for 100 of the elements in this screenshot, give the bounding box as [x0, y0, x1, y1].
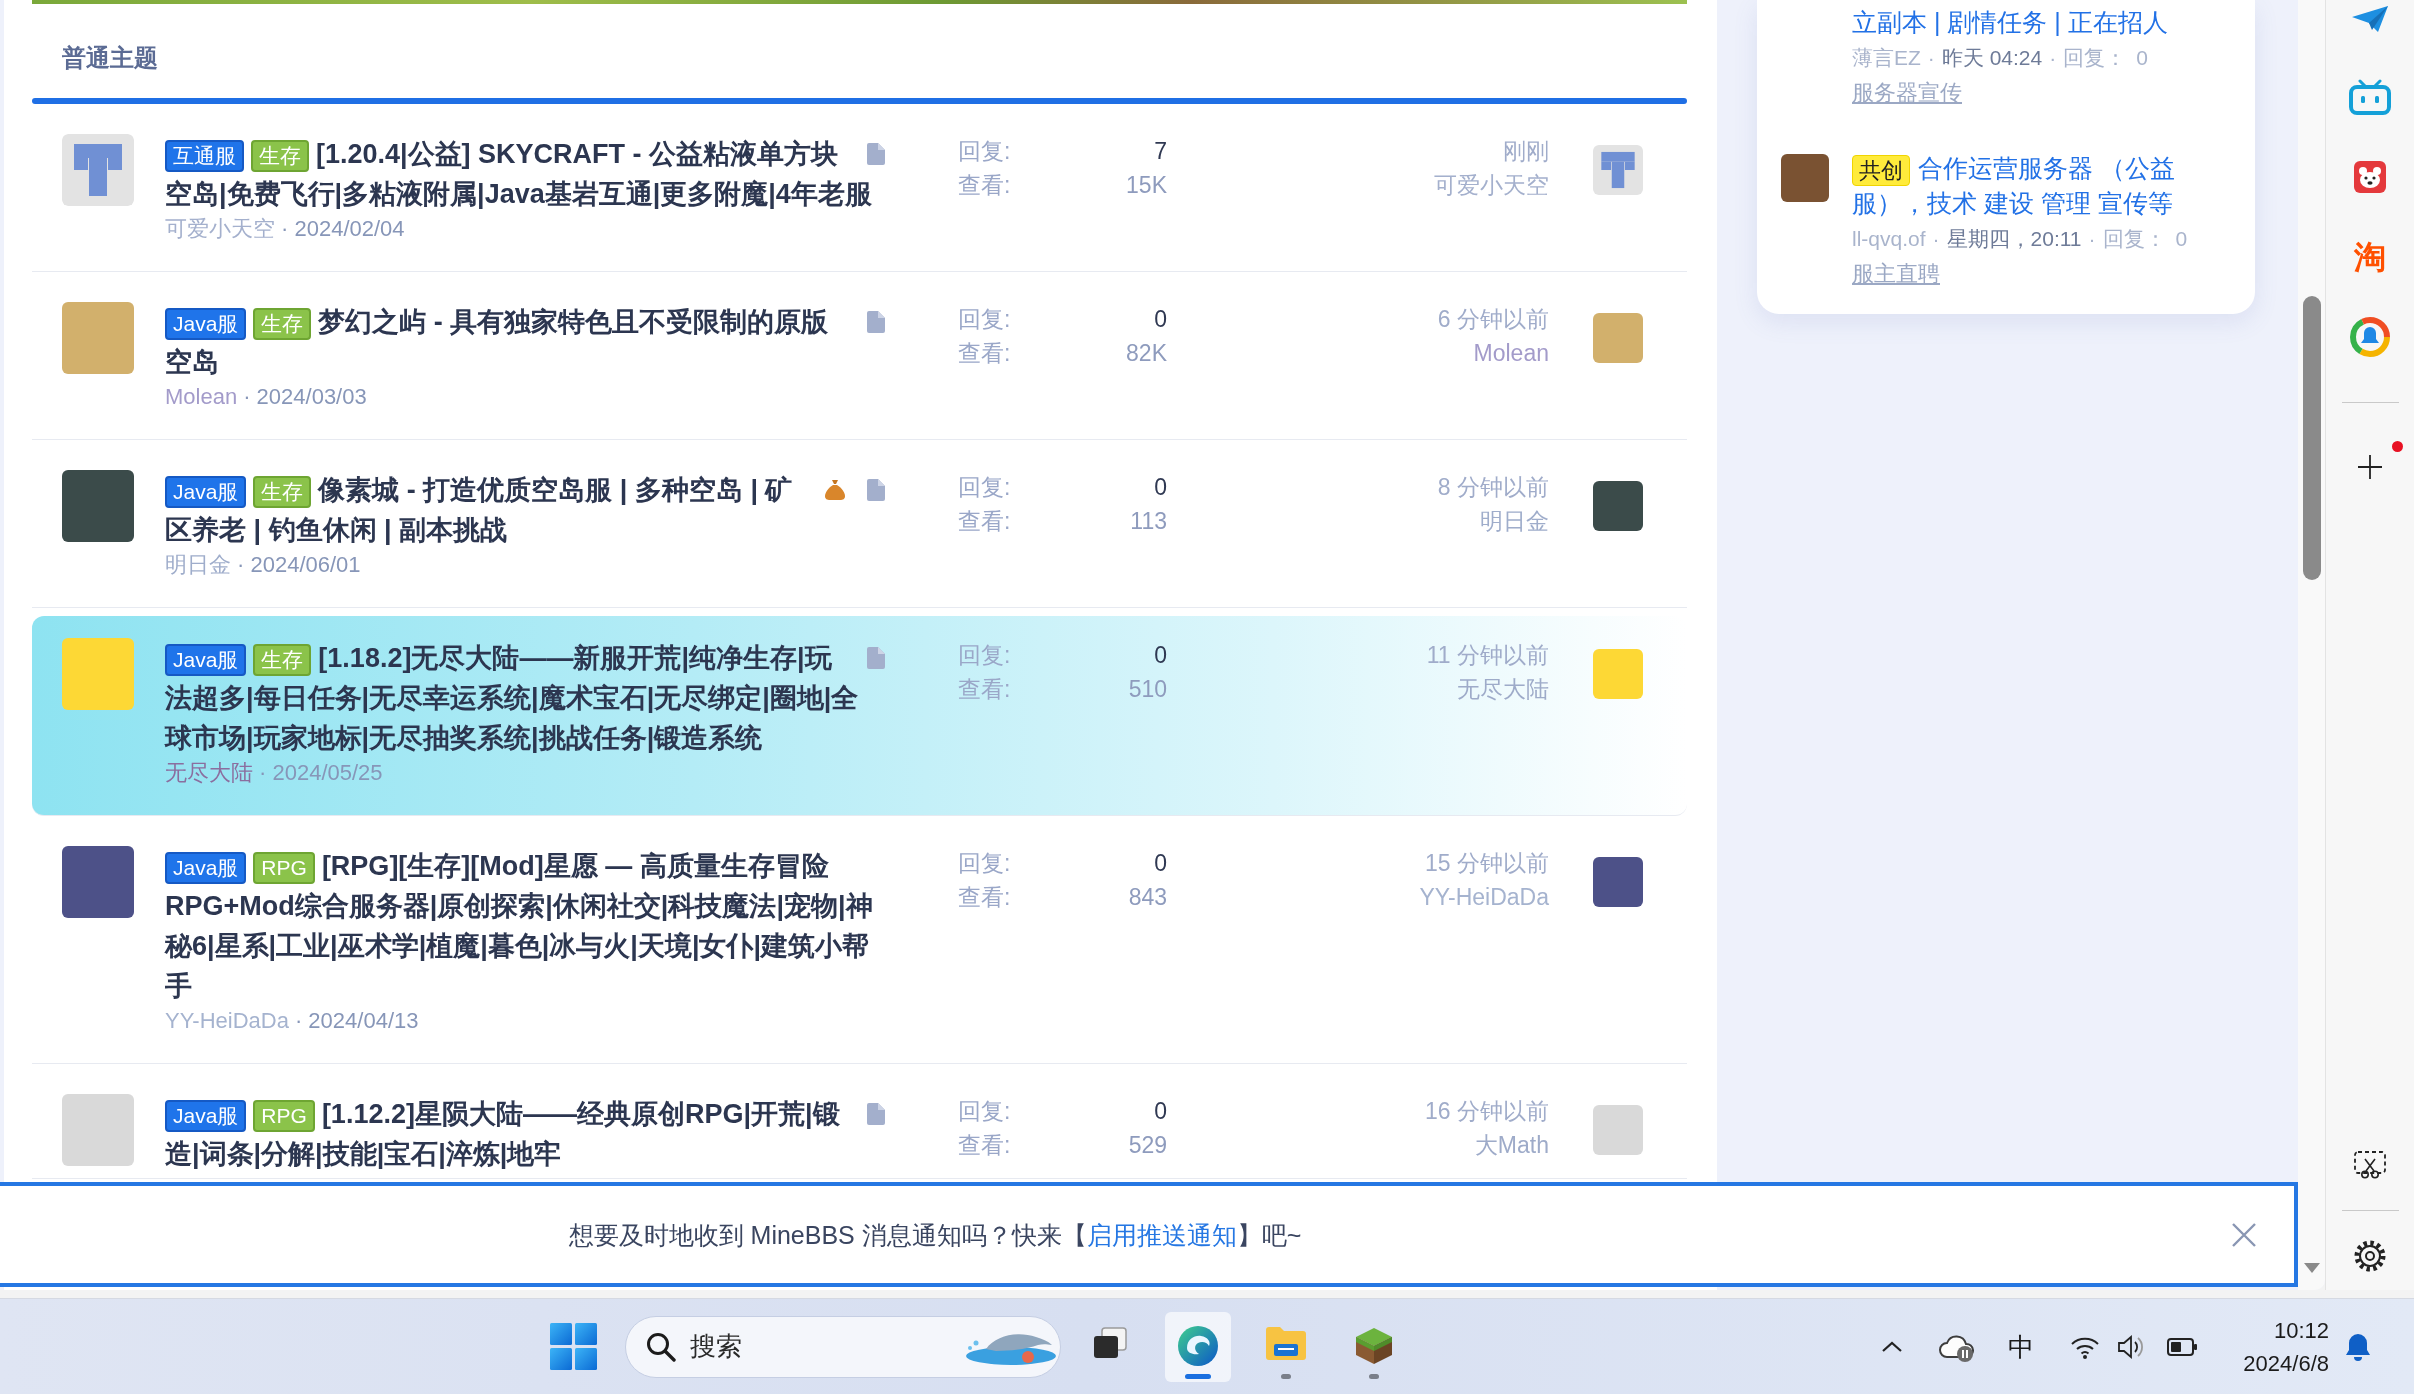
- separator: ·: [2088, 227, 2096, 250]
- stat-value: 113: [1130, 507, 1167, 536]
- thread-prefix[interactable]: RPG: [253, 1099, 315, 1132]
- thread-title-link[interactable]: Java服 生存 像素城 - 打造优质空岛服 | 多种空岛 | 矿区养老 | 钓鱼休闲 | 副本挑战: [165, 470, 885, 550]
- last-poster-link[interactable]: YY-HeiDaDa: [1419, 880, 1549, 914]
- post-date: · 2024/06/01: [237, 552, 361, 577]
- stat-value: 15K: [1126, 171, 1167, 200]
- settings-icon[interactable]: [2354, 1240, 2386, 1272]
- last-post-time[interactable]: 8 分钟以前: [1437, 470, 1549, 504]
- last-post-time[interactable]: 16 分钟以前: [1425, 1094, 1549, 1128]
- separator: ·: [1927, 46, 1935, 69]
- stat-label: 回复:: [958, 641, 1011, 670]
- thread-prefix[interactable]: Java服: [165, 475, 247, 508]
- thread-prefix[interactable]: Java服: [165, 307, 247, 340]
- search-bar[interactable]: 搜索: [625, 1315, 1061, 1378]
- author-link[interactable]: 明日金: [165, 552, 231, 577]
- last-post-time[interactable]: 15 分钟以前: [1425, 846, 1549, 880]
- stat-label: 查看:: [958, 339, 1011, 368]
- forum-link[interactable]: 服务器宣传: [1852, 80, 1962, 105]
- stat-label: 查看:: [958, 1131, 1011, 1160]
- grass-block-icon: [1354, 1325, 1394, 1366]
- colorful-ring-icon[interactable]: [2350, 317, 2390, 357]
- thread-prefix[interactable]: Java服: [165, 643, 247, 676]
- thread-title-link[interactable]: 共创 合作运营服务器 （公益服），技术 建设 管理 宣传等: [1852, 151, 2225, 221]
- task-view-icon: [1092, 1325, 1128, 1360]
- paper-plane-icon[interactable]: [2352, 6, 2388, 32]
- last-poster-link[interactable]: 明日金: [1480, 504, 1549, 538]
- thread-title-link[interactable]: 互通服 生存 [1.20.4|公益] SKYCRAFT - 公益粘液单方块空岛|免费飞行|多粘液附属|Java基岩互通|更多附魔|4年老服: [165, 134, 885, 214]
- thread-prefix[interactable]: 生存: [253, 475, 312, 508]
- user-name[interactable]: ll-qvq.of: [1852, 227, 1926, 250]
- thread-title-link[interactable]: 立副本 | 剧情任务 | 正在招人: [1852, 5, 2225, 40]
- last-poster-link[interactable]: 大Math: [1474, 1128, 1549, 1162]
- last-poster-link[interactable]: 可爱小天空: [1434, 168, 1549, 202]
- thread-title-link[interactable]: Java服 RPG [RPG][生存][Mod]星愿 — 高质量生存冒险RPG+Mod综合服务器|原创探索|休闲社交|科技魔法|宠物|神秘6|星系|工业|巫术学|植魔|暮色|冰与火|天境|女仆|建筑小帮手: [165, 846, 885, 1006]
- forum-link[interactable]: 服主直聘: [1852, 261, 1940, 286]
- stat-value: 529: [1128, 1131, 1167, 1160]
- post-time[interactable]: 昨天 04:24: [1941, 46, 2043, 69]
- post-date: · 2024/02/04: [281, 216, 405, 241]
- add-icon[interactable]: [2358, 455, 2382, 479]
- author-link[interactable]: YY-HeiDaDa: [165, 1008, 289, 1033]
- battery-icon[interactable]: [2167, 1337, 2197, 1356]
- screenshot-icon[interactable]: [2354, 1151, 2386, 1179]
- last-post-time[interactable]: 刚刚: [1503, 134, 1549, 168]
- separator: ·: [2049, 46, 2057, 69]
- stat-label: 回复:: [958, 305, 1011, 334]
- scrollbar-thumb[interactable]: [2302, 296, 2321, 580]
- last-post-time[interactable]: 11 分钟以前: [1426, 638, 1549, 672]
- last-poster-link[interactable]: Molean: [1473, 336, 1549, 370]
- author-link[interactable]: 可爱小天空: [165, 216, 275, 241]
- author-link[interactable]: Molean: [165, 384, 238, 409]
- post-date: · 2024/03/03: [243, 384, 367, 409]
- post-date: · 2024/05/25: [259, 760, 383, 785]
- bell-icon[interactable]: [2344, 1331, 2372, 1362]
- thread-prefix[interactable]: Java服: [165, 851, 247, 884]
- thread-title-link[interactable]: Java服 生存 [1.18.2]无尽大陆——新服开荒|纯净生存|玩法超多|每日任务|无尽幸运系统|魔术宝石|无尽绑定|圈地|全球市场|玩家地标|无尽抽奖系统|挑战任务|锻造系统: [165, 638, 885, 758]
- enable-push-link[interactable]: 启用推送通知: [1086, 1220, 1237, 1249]
- clock-date[interactable]: 2024/6/8: [2229, 1346, 2329, 1380]
- thread-prefix[interactable]: 生存: [251, 139, 309, 172]
- stat-value: 0: [1154, 849, 1167, 878]
- stat-label: 回复:: [958, 849, 1011, 878]
- thread-prefix[interactable]: 互通服: [165, 139, 244, 172]
- chevron-up-icon[interactable]: [1881, 1340, 1903, 1353]
- section-title: 普通主题: [61, 43, 159, 73]
- speaker-icon[interactable]: [2117, 1333, 2145, 1360]
- thread-prefix[interactable]: 生存: [253, 307, 312, 340]
- stat-label: 回复:: [958, 1097, 1011, 1126]
- last-poster-link[interactable]: 无尽大陆: [1457, 672, 1549, 706]
- separator: ·: [1932, 227, 1940, 250]
- browser-icon: [1178, 1325, 1218, 1366]
- thread-prefix[interactable]: 生存: [253, 643, 312, 676]
- stat-value: 0: [1154, 473, 1167, 502]
- shop-app-button[interactable]: 淘: [2354, 239, 2386, 275]
- stat-value: 843: [1128, 883, 1167, 912]
- identicon-avatar[interactable]: [62, 134, 134, 206]
- stat-label: 查看:: [958, 171, 1011, 200]
- search-field[interactable]: 搜索: [690, 1331, 956, 1362]
- input-method-indicator[interactable]: 中: [2008, 1331, 2034, 1362]
- post-time[interactable]: 星期四，20:11: [1946, 227, 2082, 250]
- close-button[interactable]: [2231, 1221, 2257, 1248]
- author-link[interactable]: 无尽大陆: [165, 760, 253, 785]
- dog-face-icon[interactable]: [2354, 161, 2386, 193]
- last-post-time[interactable]: 6 分钟以前: [1437, 302, 1549, 336]
- stat-value: 510: [1128, 675, 1167, 704]
- thread-title-link[interactable]: Java服 RPG [1.12.2]星陨大陆——经典原创RPG|开荒|锻造|词条|分解|技能|宝石|淬炼|地牢: [165, 1094, 885, 1174]
- thread-prefix[interactable]: 共创: [1852, 154, 1910, 186]
- folder-icon: [1266, 1325, 1306, 1360]
- stat-value: 0: [1154, 305, 1167, 334]
- close-icon: [2231, 1221, 2257, 1248]
- thread-prefix[interactable]: Java服: [165, 1099, 247, 1132]
- user-name[interactable]: 薄言EZ: [1852, 46, 1921, 69]
- identicon-avatar[interactable]: [1593, 145, 1643, 195]
- stat-label: 查看:: [958, 507, 1011, 536]
- thread-title-link[interactable]: Java服 生存 梦幻之屿 - 具有独家特色且不受限制的原版空岛: [165, 302, 885, 382]
- scroll-down-arrow-icon[interactable]: [2303, 1263, 2320, 1273]
- stat-label: 回复:: [958, 137, 1011, 166]
- thread-prefix[interactable]: RPG: [253, 851, 315, 884]
- start-icon[interactable]: [550, 1323, 597, 1370]
- tv-icon[interactable]: [2349, 79, 2391, 115]
- stat-value: 7: [1154, 137, 1167, 166]
- clock-time[interactable]: 10:12: [2229, 1313, 2329, 1347]
